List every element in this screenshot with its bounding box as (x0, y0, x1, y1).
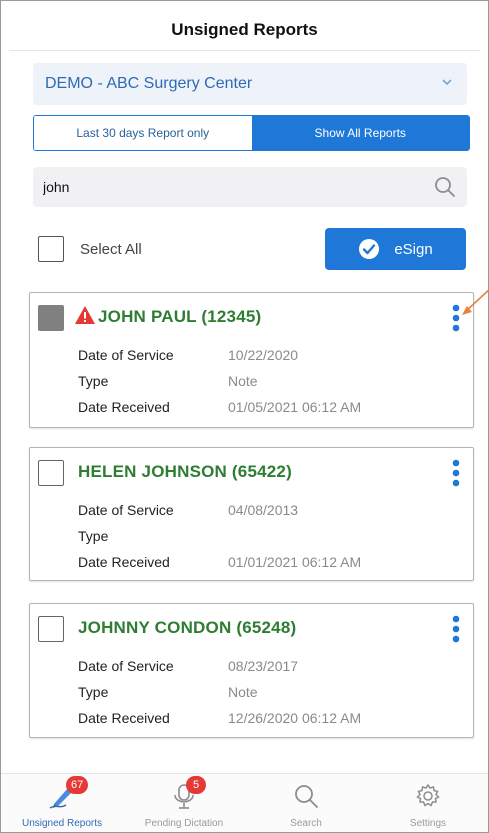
esign-label: eSign (394, 240, 433, 258)
search-input[interactable] (43, 179, 403, 195)
date-of-service-row: Date of Service 04/08/2013 (78, 502, 298, 518)
date-received-row: Date Received 01/01/2021 06:12 AM (78, 554, 361, 570)
gear-icon (416, 783, 440, 807)
report-card[interactable]: JOHN PAUL (12345) Date of Service 10/22/… (29, 292, 474, 428)
date-of-service-row: Date of Service 10/22/2020 (78, 347, 298, 363)
warning-icon (75, 306, 95, 324)
date-received-value: 12/26/2020 06:12 AM (228, 710, 362, 726)
unsigned-count-badge: 67 (66, 776, 89, 794)
tab-unsigned-reports[interactable]: 67 Unsigned Reports (1, 776, 123, 832)
tab-label: Pending Dictation (144, 818, 224, 829)
app-frame: Unsigned Reports DEMO - ABC Surgery Cent… (0, 0, 489, 833)
type-row: Type (78, 528, 228, 544)
report-card[interactable]: JOHNNY CONDON (65248) Date of Service 08… (29, 603, 474, 738)
detail-label: Date Received (78, 399, 170, 415)
detail-label: Date of Service (78, 347, 174, 363)
tab-label: Unsigned Reports (21, 818, 103, 829)
search-bar (33, 167, 467, 207)
date-received-row: Date Received 01/05/2021 06:12 AM (78, 399, 361, 415)
more-options-icon[interactable] (451, 614, 461, 644)
select-all-checkbox[interactable] (38, 236, 64, 262)
patient-name: HELEN JOHNSON (65422) (78, 462, 292, 481)
facility-selected: DEMO - ABC Surgery Center (45, 75, 253, 92)
detail-label: Date Received (78, 710, 170, 726)
date-of-service-value: 08/23/2017 (228, 658, 299, 674)
date-received-row: Date Received 12/26/2020 06:12 AM (78, 710, 361, 726)
date-of-service-row: Date of Service 08/23/2017 (78, 658, 298, 674)
date-received-value: 01/01/2021 06:12 AM (228, 554, 362, 570)
search-icon (295, 785, 318, 808)
date-of-service-value: 10/22/2020 (228, 347, 299, 363)
report-checkbox[interactable] (38, 460, 64, 486)
page-title: Unsigned Reports (171, 19, 318, 39)
type-row: Type Note (78, 684, 258, 700)
detail-label: Type (78, 373, 109, 389)
report-checkbox[interactable] (38, 616, 64, 642)
tab-pending-dictation[interactable]: 5 Pending Dictation (123, 776, 245, 832)
date-received-value: 01/05/2021 06:12 AM (228, 399, 362, 415)
filter-last-30-days[interactable]: Last 30 days Report only (34, 116, 252, 150)
filter-show-all[interactable]: Show All Reports (251, 116, 469, 150)
patient-name: JOHN PAUL (12345) (98, 307, 262, 326)
type-value: Note (228, 373, 258, 389)
facility-dropdown[interactable]: DEMO - ABC Surgery Center (33, 63, 467, 105)
type-row: Type Note (78, 373, 258, 389)
bottom-tab-bar: 67 Unsigned Reports 5 Pending Dictation (1, 773, 488, 832)
pending-count-badge: 5 (186, 776, 206, 794)
tab-label: Search (290, 818, 322, 829)
detail-label: Date of Service (78, 502, 174, 518)
select-all-row: Select All (38, 234, 142, 264)
more-options-icon[interactable] (451, 458, 461, 488)
date-of-service-value: 04/08/2013 (228, 502, 299, 518)
detail-label: Date Received (78, 554, 170, 570)
check-circle-icon (359, 239, 380, 259)
annotation-arrow-icon (462, 289, 488, 315)
select-all-label: Select All (80, 240, 142, 258)
patient-name: JOHNNY CONDON (65248) (78, 618, 297, 637)
esign-button[interactable]: eSign (325, 228, 466, 270)
report-filter-toggle: Last 30 days Report only Show All Report… (33, 115, 470, 151)
tab-label: Settings (409, 818, 447, 829)
detail-label: Type (78, 528, 109, 544)
detail-label: Type (78, 684, 109, 700)
tab-settings[interactable]: Settings (367, 778, 488, 832)
report-checkbox[interactable] (38, 305, 64, 331)
header: Unsigned Reports (9, 9, 480, 51)
type-value: Note (228, 684, 258, 700)
detail-label: Date of Service (78, 658, 174, 674)
search-icon[interactable] (433, 175, 457, 199)
report-card[interactable]: HELEN JOHNSON (65422) Date of Service 04… (29, 447, 474, 581)
chevron-down-icon (442, 79, 452, 86)
tab-search[interactable]: Search (245, 778, 367, 832)
